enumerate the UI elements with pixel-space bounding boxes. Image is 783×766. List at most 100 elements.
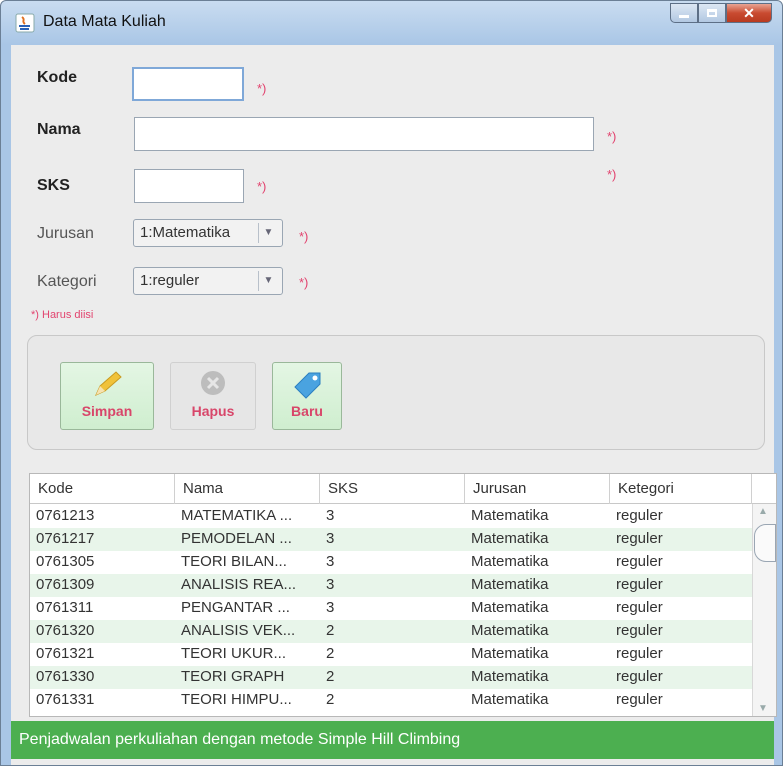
kode-required-mark: *)	[257, 81, 267, 96]
table-header: Kode Nama SKS Jurusan Ketegori	[30, 474, 776, 504]
cell-kategori: reguler	[616, 507, 663, 524]
cell-kategori: reguler	[616, 691, 663, 708]
minimize-icon	[679, 14, 689, 18]
cell-sks: 3	[326, 507, 335, 524]
cell-kode: 0761330	[36, 668, 95, 685]
table-row[interactable]: 0761320 ANALISIS VEK... 2 Matematika reguler	[30, 620, 752, 643]
table-row[interactable]: 0761309 ANALISIS REA... 3 Matematika reguler	[30, 574, 752, 597]
cell-sks: 2	[326, 622, 335, 639]
cell-kode: 0761320	[36, 622, 95, 639]
baru-button[interactable]: Baru	[272, 362, 342, 430]
column-header-sks[interactable]: SKS	[320, 474, 465, 504]
cell-nama: ANALISIS VEK...	[181, 622, 296, 639]
cell-kode: 0761311	[36, 599, 94, 616]
required-note: *) Harus diisi	[31, 309, 94, 321]
mata-kuliah-table[interactable]: Kode Nama SKS Jurusan Ketegori 0761213 MA…	[29, 473, 777, 717]
cell-nama: TEORI HIMPU...	[181, 691, 292, 708]
scroll-up-icon[interactable]: ▲	[758, 506, 768, 517]
hapus-label: Hapus	[191, 403, 235, 419]
table-row[interactable]: 0761305 TEORI BILAN... 3 Matematika reguler	[30, 551, 752, 574]
main-content: Kode *) Nama *) *) SKS *) Jurusan 1:Mate…	[11, 45, 777, 765]
simpan-button[interactable]: Simpan	[60, 362, 154, 430]
cell-jurusan: Matematika	[471, 599, 549, 616]
baru-label: Baru	[291, 403, 323, 419]
kode-input[interactable]	[132, 67, 244, 101]
chevron-down-icon: ▼	[258, 271, 278, 291]
kategori-selected-value: 1:reguler	[140, 272, 200, 289]
table-row[interactable]: 0761311 PENGANTAR ... 3 Matematika reguler	[30, 597, 752, 620]
cell-kode: 0761305	[36, 553, 95, 570]
column-header-kode[interactable]: Kode	[30, 474, 175, 504]
column-header-jurusan[interactable]: Jurusan	[465, 474, 610, 504]
cell-nama: TEORI GRAPH	[181, 668, 285, 685]
tag-icon	[294, 372, 321, 399]
cell-jurusan: Matematika	[471, 691, 549, 708]
table-row[interactable]: 0761217 PEMODELAN ... 3 Matematika reguler	[30, 528, 752, 551]
table-row[interactable]: 0761321 TEORI UKUR... 2 Matematika reguler	[30, 643, 752, 666]
scroll-down-icon[interactable]: ▼	[758, 703, 768, 714]
cell-nama: TEORI UKUR...	[181, 645, 287, 662]
cell-kategori: reguler	[616, 622, 663, 639]
cell-kode: 0761213	[36, 507, 95, 524]
table-row[interactable]: 0761330 TEORI GRAPH 2 Matematika reguler	[30, 666, 752, 689]
cell-sks: 3	[326, 576, 335, 593]
cell-nama: TEORI BILAN...	[181, 553, 287, 570]
cell-nama: ANALISIS REA...	[181, 576, 297, 593]
column-header-nama[interactable]: Nama	[175, 474, 320, 504]
sks-label: SKS	[37, 177, 70, 194]
jurusan-required-mark: *)	[299, 229, 309, 244]
nama-input[interactable]	[134, 117, 594, 151]
jurusan-selected-value: 1:Matematika	[140, 224, 231, 241]
cell-jurusan: Matematika	[471, 576, 549, 593]
java-icon	[15, 13, 35, 33]
column-header-ketegori[interactable]: Ketegori	[610, 474, 752, 504]
cell-kategori: reguler	[616, 530, 663, 547]
delete-icon	[201, 371, 225, 395]
window-title: Data Mata Kuliah	[43, 13, 166, 30]
table-scrollbar[interactable]: ▲ ▼	[752, 504, 776, 716]
cell-kategori: reguler	[616, 553, 663, 570]
table-row[interactable]: 0761331 TEORI HIMPU... 2 Matematika reguler	[30, 689, 752, 712]
sks-required-mark: *)	[257, 179, 267, 194]
action-panel: Simpan Hapus Baru	[27, 335, 765, 450]
kategori-label: Kategori	[37, 273, 97, 290]
title-bar[interactable]: Data Mata Kuliah ✕	[1, 1, 782, 45]
close-icon: ✕	[743, 4, 755, 21]
cell-jurusan: Matematika	[471, 622, 549, 639]
extra-required-mark: *)	[607, 167, 617, 182]
cell-sks: 3	[326, 599, 335, 616]
cell-nama: PENGANTAR ...	[181, 599, 290, 616]
cell-sks: 2	[326, 691, 335, 708]
nama-required-mark: *)	[607, 129, 617, 144]
jurusan-label: Jurusan	[37, 225, 94, 242]
cell-sks: 3	[326, 553, 335, 570]
cell-kategori: reguler	[616, 599, 663, 616]
maximize-button[interactable]	[698, 3, 726, 23]
cell-kode: 0761321	[36, 645, 95, 662]
minimize-button[interactable]	[670, 3, 698, 23]
cell-sks: 2	[326, 645, 335, 662]
cell-kategori: reguler	[616, 576, 663, 593]
close-button[interactable]: ✕	[726, 3, 772, 23]
kategori-required-mark: *)	[299, 275, 309, 290]
cell-jurusan: Matematika	[471, 507, 549, 524]
jurusan-select[interactable]: 1:Matematika ▼	[133, 219, 283, 247]
maximize-icon	[707, 9, 717, 17]
kode-label: Kode	[37, 69, 77, 86]
table-row[interactable]: 0761213 MATEMATIKA ... 3 Matematika reguler	[30, 505, 752, 528]
simpan-label: Simpan	[81, 403, 133, 419]
status-bar: Penjadwalan perkuliahan dengan metode Si…	[11, 721, 774, 759]
scroll-thumb[interactable]	[754, 524, 776, 562]
cell-sks: 3	[326, 530, 335, 547]
cell-jurusan: Matematika	[471, 553, 549, 570]
hapus-button[interactable]: Hapus	[170, 362, 256, 430]
chevron-down-icon: ▼	[258, 223, 278, 243]
sks-input[interactable]	[134, 169, 244, 203]
cell-jurusan: Matematika	[471, 668, 549, 685]
window-controls: ✕	[670, 3, 772, 23]
cell-kode: 0761217	[36, 530, 95, 547]
cell-kategori: reguler	[616, 668, 663, 685]
pencil-icon	[95, 371, 122, 396]
kategori-select[interactable]: 1:reguler ▼	[133, 267, 283, 295]
cell-jurusan: Matematika	[471, 530, 549, 547]
